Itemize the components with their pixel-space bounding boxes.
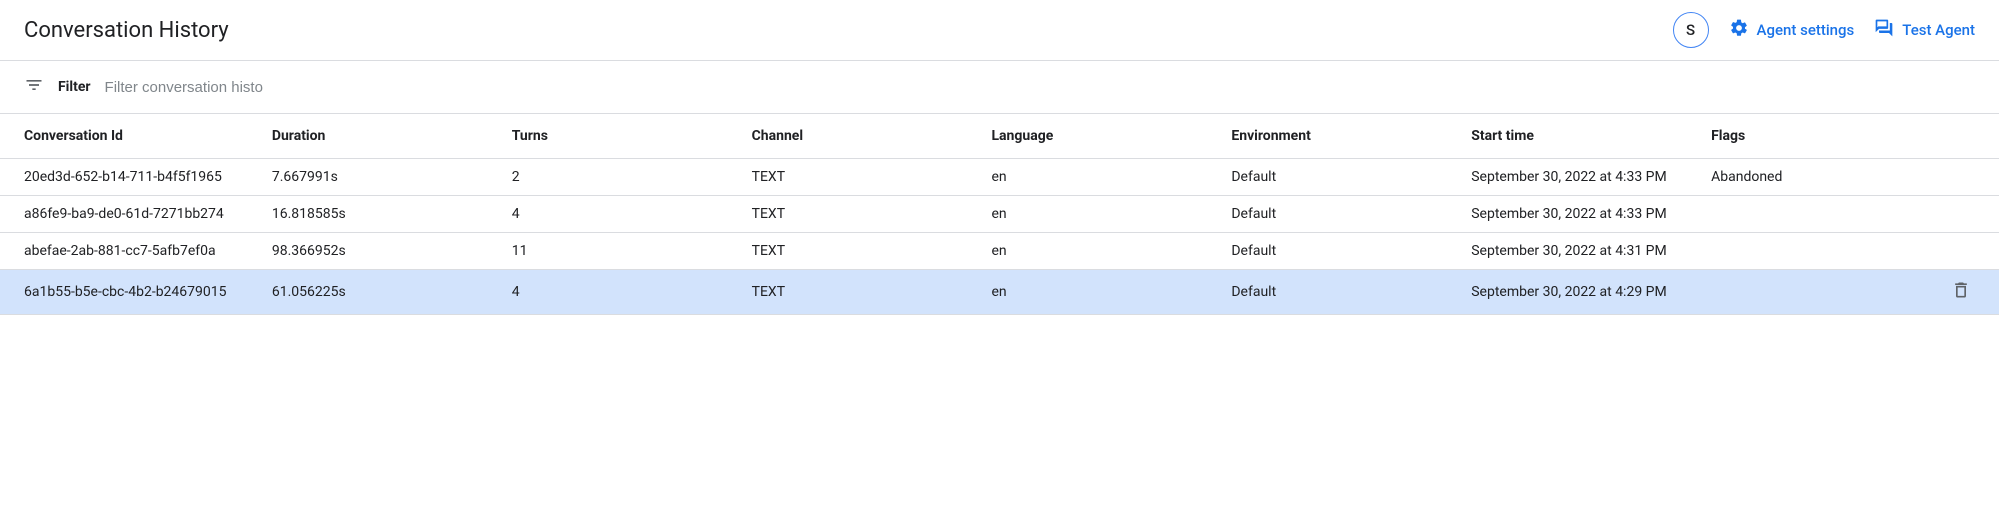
cell-channel: TEXT xyxy=(740,233,980,270)
agent-settings-label: Agent settings xyxy=(1757,21,1855,39)
agent-settings-link[interactable]: Agent settings xyxy=(1729,18,1855,42)
cell-channel: TEXT xyxy=(740,270,980,315)
cell-conversation-id: abefae-2ab-881-cc7-5afb7ef0a xyxy=(0,233,260,270)
col-header-start-time[interactable]: Start time xyxy=(1459,114,1699,159)
cell-start-time: September 30, 2022 at 4:33 PM xyxy=(1459,196,1699,233)
cell-environment: Default xyxy=(1219,270,1459,315)
cell-language: en xyxy=(979,233,1219,270)
cell-actions xyxy=(1939,270,1999,315)
cell-flags xyxy=(1699,196,1939,233)
cell-start-time: September 30, 2022 at 4:31 PM xyxy=(1459,233,1699,270)
table-row[interactable]: 20ed3d-652-b14-711-b4f5f19657.667991s2TE… xyxy=(0,159,1999,196)
cell-actions xyxy=(1939,159,1999,196)
col-header-channel[interactable]: Channel xyxy=(740,114,980,159)
col-header-language[interactable]: Language xyxy=(979,114,1219,159)
filter-input[interactable] xyxy=(105,79,325,96)
col-header-flags[interactable]: Flags xyxy=(1699,114,1939,159)
table-row[interactable]: abefae-2ab-881-cc7-5afb7ef0a98.366952s11… xyxy=(0,233,1999,270)
cell-environment: Default xyxy=(1219,233,1459,270)
cell-start-time: September 30, 2022 at 4:33 PM xyxy=(1459,159,1699,196)
cell-environment: Default xyxy=(1219,196,1459,233)
col-header-duration[interactable]: Duration xyxy=(260,114,500,159)
cell-turns: 4 xyxy=(500,270,740,315)
cell-duration: 7.667991s xyxy=(260,159,500,196)
page-title: Conversation History xyxy=(24,18,229,43)
cell-flags xyxy=(1699,270,1939,315)
table-header-row: Conversation Id Duration Turns Channel L… xyxy=(0,114,1999,159)
cell-language: en xyxy=(979,159,1219,196)
trash-icon[interactable] xyxy=(1951,280,1971,300)
cell-duration: 61.056225s xyxy=(260,270,500,315)
filter-icon[interactable] xyxy=(24,75,44,99)
cell-duration: 98.366952s xyxy=(260,233,500,270)
cell-turns: 4 xyxy=(500,196,740,233)
cell-channel: TEXT xyxy=(740,159,980,196)
cell-conversation-id: a86fe9-ba9-de0-61d-7271bb274 xyxy=(0,196,260,233)
conversations-table: Conversation Id Duration Turns Channel L… xyxy=(0,114,1999,315)
cell-start-time: September 30, 2022 at 4:29 PM xyxy=(1459,270,1699,315)
cell-language: en xyxy=(979,270,1219,315)
table-row[interactable]: a86fe9-ba9-de0-61d-7271bb27416.818585s4T… xyxy=(0,196,1999,233)
cell-language: en xyxy=(979,196,1219,233)
col-header-id[interactable]: Conversation Id xyxy=(0,114,260,159)
cell-actions xyxy=(1939,196,1999,233)
filter-label: Filter xyxy=(58,79,91,95)
cell-flags xyxy=(1699,233,1939,270)
header-actions: S Agent settings Test Agent xyxy=(1673,12,1975,48)
cell-conversation-id: 20ed3d-652-b14-711-b4f5f1965 xyxy=(0,159,260,196)
cell-turns: 2 xyxy=(500,159,740,196)
cell-environment: Default xyxy=(1219,159,1459,196)
cell-channel: TEXT xyxy=(740,196,980,233)
page-header: Conversation History S Agent settings Te… xyxy=(0,0,1999,61)
cell-conversation-id: 6a1b55-b5e-cbc-4b2-b24679015 xyxy=(0,270,260,315)
table-row[interactable]: 6a1b55-b5e-cbc-4b2-b2467901561.056225s4T… xyxy=(0,270,1999,315)
col-header-actions xyxy=(1939,114,1999,159)
avatar-initial: S xyxy=(1686,21,1695,39)
filter-bar: Filter xyxy=(0,61,1999,114)
chat-icon xyxy=(1874,18,1894,42)
test-agent-label: Test Agent xyxy=(1902,21,1975,39)
gear-icon xyxy=(1729,18,1749,42)
cell-turns: 11 xyxy=(500,233,740,270)
cell-flags: Abandoned xyxy=(1699,159,1939,196)
col-header-turns[interactable]: Turns xyxy=(500,114,740,159)
col-header-environment[interactable]: Environment xyxy=(1219,114,1459,159)
test-agent-link[interactable]: Test Agent xyxy=(1874,18,1975,42)
avatar[interactable]: S xyxy=(1673,12,1709,48)
cell-duration: 16.818585s xyxy=(260,196,500,233)
cell-actions xyxy=(1939,233,1999,270)
